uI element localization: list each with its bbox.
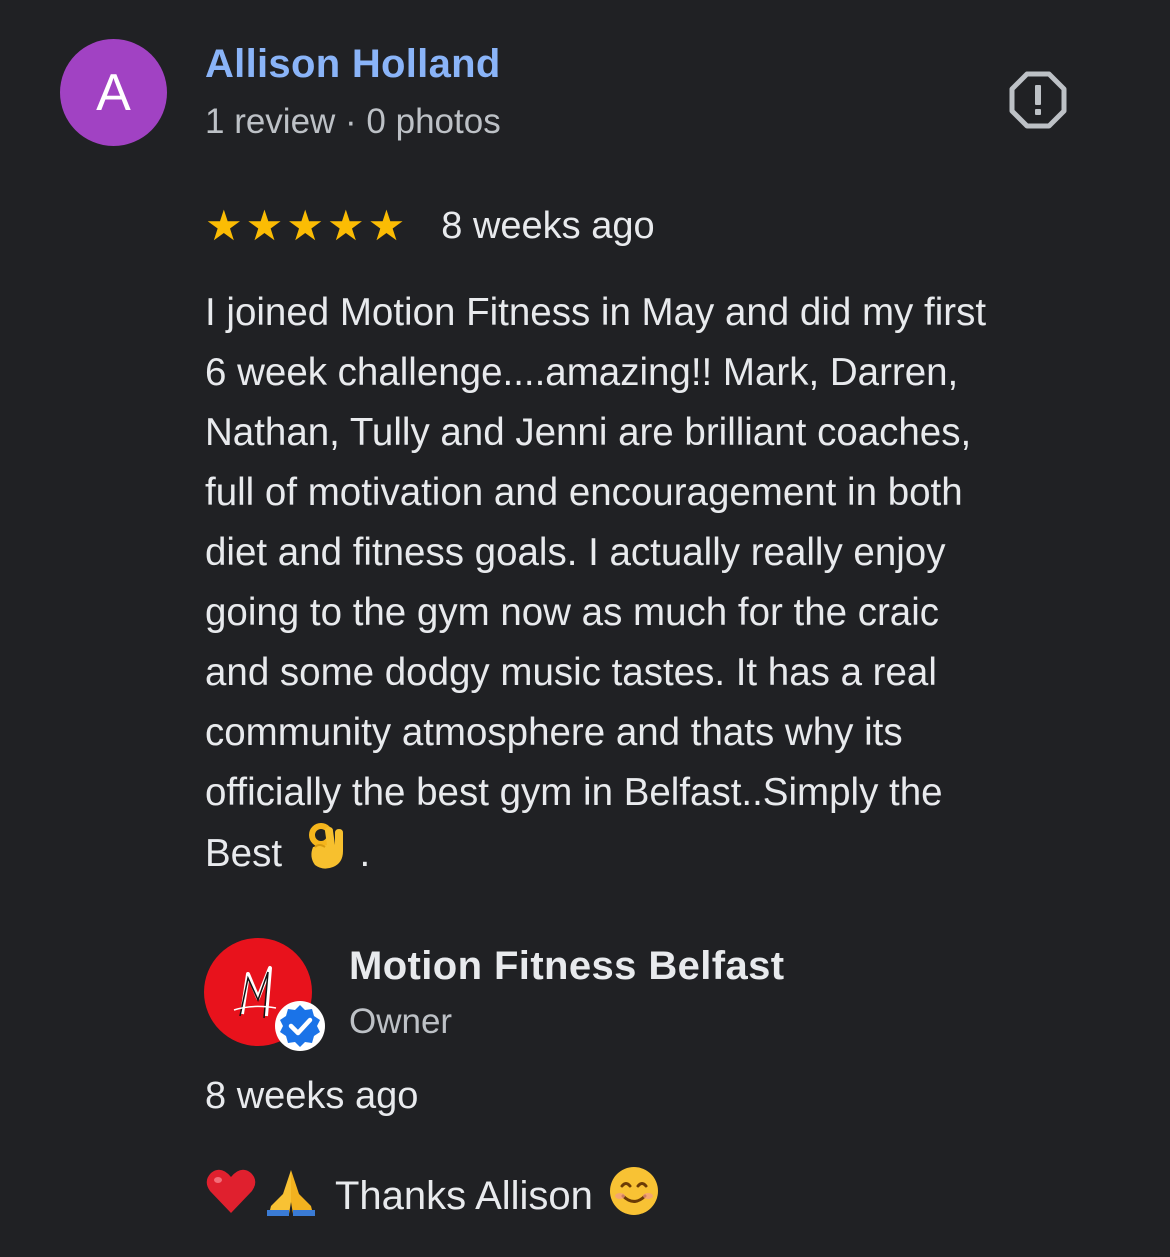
- star-icon: ★: [286, 202, 324, 249]
- review-text-line: I joined Motion Fitness in May and did m…: [205, 291, 987, 334]
- review-text-line-last: Best .: [205, 823, 1105, 889]
- review-text-line: and some dodgy music tastes. It has a re…: [205, 651, 937, 694]
- review-text-line: diet and fitness goals. I actually reall…: [205, 531, 946, 574]
- star-icon: ★: [205, 202, 243, 249]
- review-text-line: community atmosphere and thats why its: [205, 711, 903, 754]
- star-icon: ★: [326, 202, 365, 249]
- smiling-face-emoji-icon: [609, 1166, 659, 1226]
- red-heart-emoji-icon: [205, 1167, 257, 1225]
- reviewer-avatar[interactable]: A: [60, 39, 167, 146]
- owner-response-time: 8 weeks ago: [205, 1075, 419, 1117]
- review-text-line: 6 week challenge....amazing!! Mark, Darr…: [205, 351, 959, 394]
- rating-row: ★ ★ ★ ★ ★ 8 weeks ago: [205, 202, 655, 250]
- star-icon: ★: [367, 202, 406, 249]
- review-text-line: Nathan, Tully and Jenni are brilliant co…: [205, 411, 972, 454]
- reviewer-meta: 1 review · 0 photos: [205, 102, 501, 141]
- owner-name[interactable]: Motion Fitness Belfast: [349, 944, 785, 989]
- review-text-line: going to the gym now as much for the cra…: [205, 591, 940, 634]
- review-text-line: officially the best gym in Belfast..Simp…: [205, 771, 943, 814]
- verified-check-icon: [274, 1000, 326, 1052]
- reviewer-name-link[interactable]: Allison Holland: [205, 42, 501, 87]
- star-icon: ★: [245, 202, 284, 249]
- ok-hand-emoji-icon: [303, 823, 349, 889]
- review-time: 8 weeks ago: [441, 204, 655, 247]
- report-icon[interactable]: [1008, 70, 1068, 130]
- owner-role: Owner: [349, 1002, 453, 1041]
- owner-reply-text: Thanks Allison: [205, 1166, 659, 1226]
- avatar-letter: A: [96, 63, 131, 122]
- folded-hands-emoji-icon: [263, 1166, 319, 1226]
- review-text-last-word: Best: [205, 832, 283, 876]
- review-text-line: full of motivation and encouragement in …: [205, 471, 963, 514]
- review-text-period: .: [359, 832, 371, 876]
- owner-reply-message: Thanks Allison: [335, 1173, 593, 1218]
- star-rating: ★ ★ ★ ★ ★: [205, 205, 405, 247]
- review-text: I joined Motion Fitness in May and did m…: [205, 283, 1105, 889]
